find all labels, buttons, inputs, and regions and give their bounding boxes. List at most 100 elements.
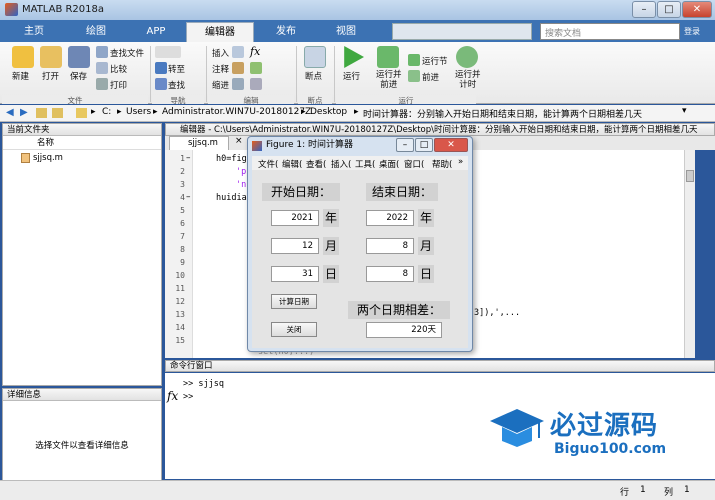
forward-arrow-icon[interactable]: ▶ [20,107,28,118]
run-section-button[interactable]: 运行节 [422,55,448,67]
end-month-unit: 月 [418,237,434,255]
menu-file[interactable]: 文件( [258,158,278,170]
wrap-comments-icon[interactable] [250,62,262,74]
menu-window[interactable]: 窗口( [404,158,424,170]
code-line: 3]),',... [474,308,521,318]
col-label: 列 [664,488,674,498]
start-year-input[interactable]: 2021 [271,210,319,226]
run-time-button[interactable]: 运行并 计时 [455,70,481,90]
start-day-input[interactable]: 31 [271,266,319,282]
breakpoint-button[interactable]: 断点 [305,70,322,82]
close-tab-icon[interactable]: × [235,136,243,146]
address-bar[interactable]: ◀ ▶ ▸ C: ▸ Users ▸ Administrator.WIN7U-2… [0,105,715,122]
watermark-en: Biguo100.com [554,441,667,457]
path-sep-icon: ▸ [91,107,96,117]
print-button[interactable]: 打印 [110,79,127,91]
ribbon-separator [334,46,335,102]
close-button[interactable]: 关闭 [271,322,317,337]
save-button[interactable]: 保存 [70,70,87,82]
goto-button[interactable]: 转至 [168,63,185,75]
new-button[interactable]: 新建 [12,70,29,82]
up-folder-icon[interactable] [36,108,47,118]
scroll-thumb[interactable] [686,170,694,182]
find-button[interactable]: 查找 [168,79,185,91]
name-column-header[interactable]: 名称 [3,136,161,150]
insert-section-icon[interactable] [232,46,244,58]
tab-view[interactable]: 视图 [318,22,374,42]
save-icon[interactable] [68,46,90,68]
end-day-input[interactable]: 8 [366,266,414,282]
menu-insert[interactable]: 插入( [331,158,351,170]
path-segment[interactable]: C: [102,107,111,117]
path-segment[interactable]: Users [126,107,151,117]
line-number: 11 [175,284,185,293]
open-button[interactable]: 打开 [42,70,59,82]
decrease-indent-icon[interactable] [250,78,262,90]
comment-percent-icon[interactable] [232,62,244,74]
smart-indent-icon[interactable] [232,78,244,90]
line-number: 3 [180,180,185,189]
path-segment[interactable]: 时间计算器：分别输入开始日期和结束日期，能计算两个日期相差几天 [363,107,678,120]
editor-scrollbar[interactable] [684,150,695,358]
run-button[interactable]: 运行 [343,70,360,82]
figure-maximize-button[interactable]: □ [415,138,433,152]
breakpoint-icon[interactable] [304,46,326,68]
browse-folder-icon[interactable] [52,108,63,118]
figure-close-button[interactable]: ✕ [434,138,468,152]
run-time-icon[interactable] [456,46,478,68]
print-icon [96,78,108,90]
back-arrow-icon[interactable]: ◀ [6,107,14,118]
run-advance-icon[interactable] [377,46,399,68]
find-files-button[interactable]: 查找文件 [110,47,144,59]
menu-help[interactable]: 帮助( [432,158,452,170]
title-bar: MATLAB R2018a – □ ✕ [0,0,715,20]
calculate-button[interactable]: 计算日期 [271,294,317,309]
editor-tab-sjjsq[interactable]: sjjsq.m [169,136,229,150]
compare-button[interactable]: 比较 [110,63,127,75]
indent-button[interactable]: 缩进 [212,79,229,91]
breakpoint-dash[interactable]: – [186,153,191,163]
menu-view[interactable]: 查看( [306,158,326,170]
open-folder-icon[interactable] [40,46,62,68]
maximize-button[interactable]: □ [657,1,681,18]
new-icon[interactable] [12,46,34,68]
status-bar: 行 1 列 1 [0,480,715,500]
end-month-input[interactable]: 8 [366,238,414,254]
menu-edit[interactable]: 编辑( [282,158,302,170]
menu-tools[interactable]: 工具( [355,158,375,170]
line-number: 9 [180,258,185,267]
minimize-button[interactable]: – [632,1,656,18]
menu-desktop[interactable]: 桌面( [379,158,399,170]
start-month-input[interactable]: 12 [271,238,319,254]
insert-button[interactable]: 插入 [212,47,229,59]
back-forward-icon[interactable] [155,46,181,58]
function-icon[interactable]: fx [250,45,260,58]
menu-overflow-icon[interactable]: » [458,157,463,167]
figure-icon [252,141,262,151]
tab-publish[interactable]: 发布 [256,22,316,42]
end-year-input[interactable]: 2022 [366,210,414,226]
quick-access-toolbar[interactable] [392,23,532,40]
login-button[interactable]: 登录 [684,23,714,40]
path-segment[interactable]: Administrator.WIN7U-20180127Z [162,107,311,117]
close-window-button[interactable]: ✕ [682,1,712,18]
end-year-unit: 年 [418,209,434,227]
command-prompt[interactable]: >> [183,392,193,402]
tab-home[interactable]: 主页 [6,22,62,42]
end-date-label: 结束日期： [366,183,438,201]
search-docs-input[interactable]: 搜索文档 [540,23,680,40]
path-segment[interactable]: Desktop [310,107,347,117]
command-line: >> sjjsq [183,379,224,389]
run-advance-button[interactable]: 运行并 前进 [376,70,402,90]
tab-editor[interactable]: 编辑器 [186,22,254,42]
figure-minimize-button[interactable]: – [396,138,414,152]
list-item[interactable]: sjjsq.m [3,150,161,166]
chevron-down-icon[interactable]: ▾ [682,106,687,116]
figure-menu-bar: 文件( 编辑( 查看( 插入( 工具( 桌面( 窗口( 帮助( » [252,156,468,170]
advance-icon [408,70,420,82]
advance-button[interactable]: 前进 [422,71,439,83]
tab-plots[interactable]: 绘图 [66,22,126,42]
breakpoint-dash[interactable]: – [186,192,191,202]
tab-apps[interactable]: APP [128,22,184,42]
comment-button[interactable]: 注释 [212,63,229,75]
